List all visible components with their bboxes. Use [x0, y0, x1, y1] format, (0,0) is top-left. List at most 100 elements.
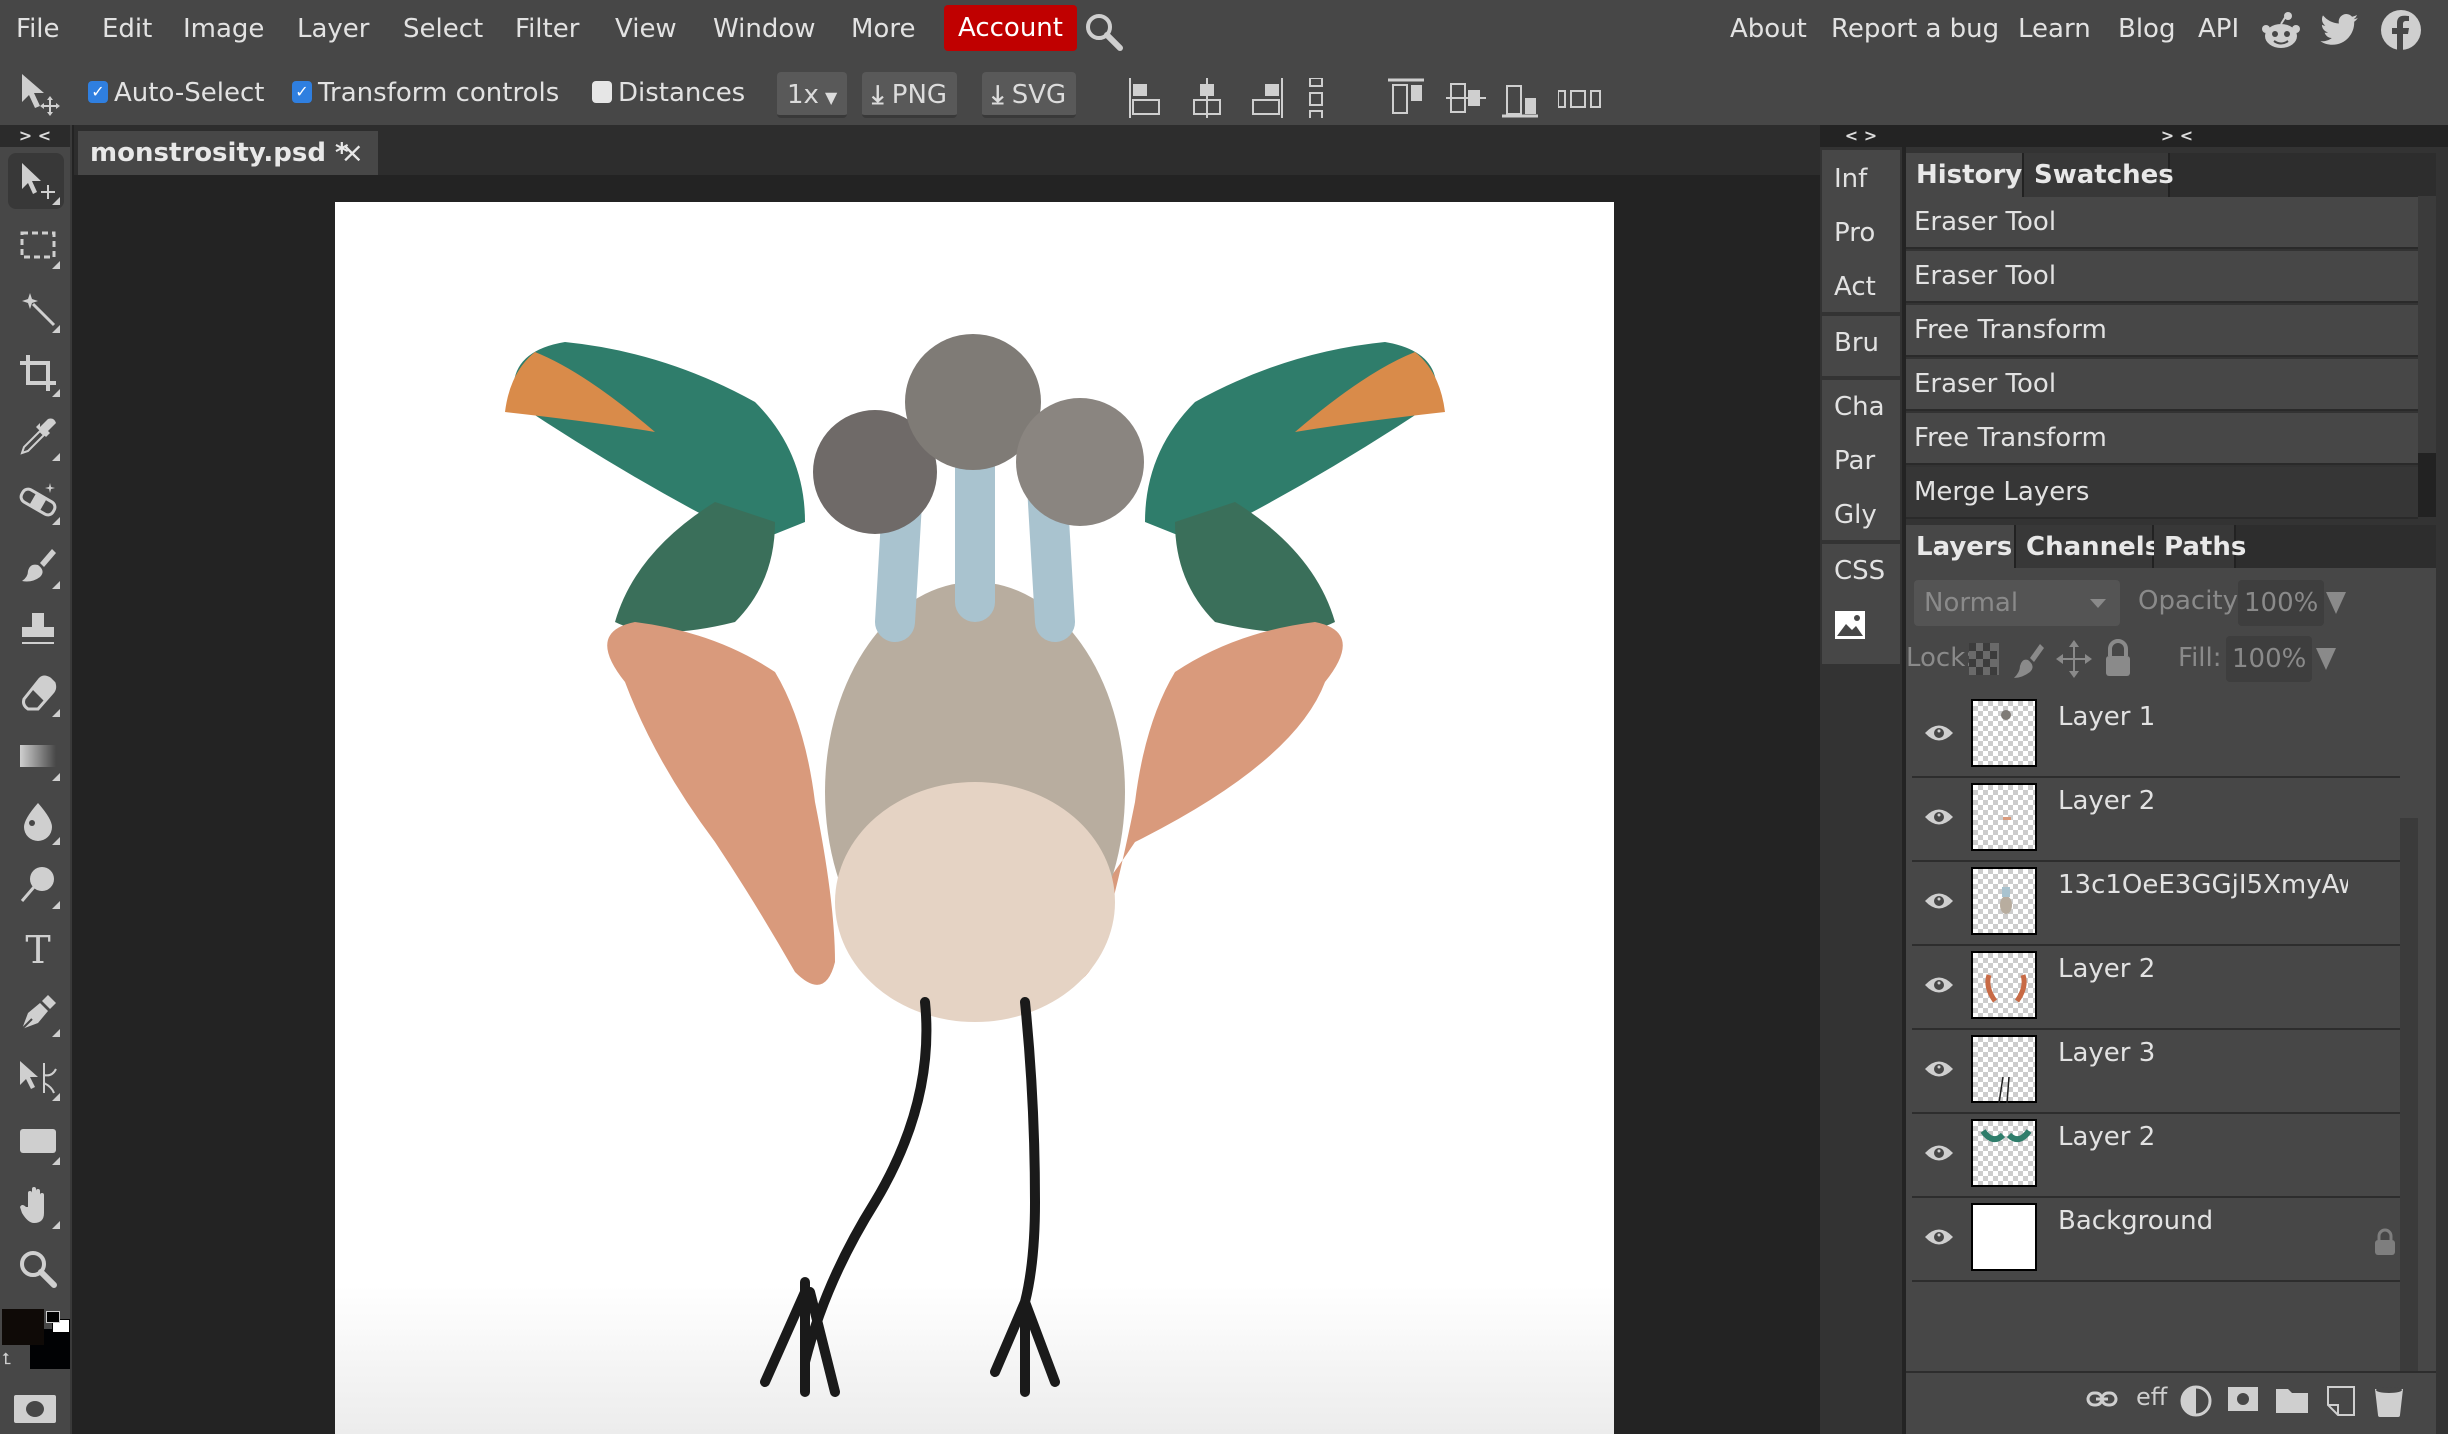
- menu-view[interactable]: View: [607, 0, 685, 58]
- strip-brushes[interactable]: Bru: [1834, 328, 1879, 358]
- link-about[interactable]: About: [1722, 0, 1815, 58]
- foreground-color-swatch[interactable]: [2, 1309, 44, 1345]
- export-png-button[interactable]: ⤓ PNG: [862, 72, 958, 118]
- distribute-vertical-icon[interactable]: [1306, 77, 1340, 120]
- layer-row[interactable]: Layer 2: [1912, 946, 2400, 1030]
- visibility-eye-icon[interactable]: [1924, 806, 1954, 828]
- scale-dropdown[interactable]: 1x ▼: [777, 72, 847, 118]
- strip-info[interactable]: Inf: [1834, 164, 1867, 194]
- visibility-eye-icon[interactable]: [1924, 1226, 1954, 1248]
- tool-eraser[interactable]: [8, 665, 64, 721]
- tool-healing-brush[interactable]: [8, 473, 64, 529]
- visibility-eye-icon[interactable]: [1924, 722, 1954, 744]
- strip-actions[interactable]: Act: [1834, 272, 1876, 302]
- lock-transparency-icon[interactable]: [1968, 642, 2000, 680]
- align-left-icon[interactable]: [1128, 78, 1162, 118]
- align-center-horizontal-icon[interactable]: [1190, 78, 1224, 118]
- quick-mask-icon[interactable]: [14, 1395, 56, 1423]
- strip-properties[interactable]: Pro: [1834, 218, 1875, 248]
- color-swatches[interactable]: ⮤: [2, 1309, 72, 1371]
- tab-layers[interactable]: Layers: [1906, 525, 2016, 569]
- tool-crop[interactable]: [8, 345, 64, 401]
- layer-row[interactable]: 13c1OeE3GGjI5XmyAwn: [1912, 862, 2400, 946]
- layer-row[interactable]: Layer 2: [1912, 778, 2400, 862]
- tool-type[interactable]: T: [8, 921, 64, 977]
- visibility-eye-icon[interactable]: [1924, 1142, 1954, 1164]
- layers-scrollbar[interactable]: [2400, 818, 2418, 1418]
- history-item[interactable]: Free Transform: [1906, 413, 2418, 465]
- layer-row[interactable]: Layer 2: [1912, 1114, 2400, 1198]
- swap-colors-icon[interactable]: ⮤: [2, 1349, 11, 1369]
- menu-select[interactable]: Select: [395, 0, 491, 58]
- layer-mask-icon[interactable]: [2228, 1387, 2258, 1415]
- strip-glyphs[interactable]: Gly: [1834, 500, 1877, 530]
- menu-filter[interactable]: Filter: [507, 0, 587, 58]
- opacity-input[interactable]: 100%: [2238, 580, 2325, 626]
- search-icon[interactable]: [1084, 12, 1124, 56]
- menu-image[interactable]: Image: [175, 0, 272, 58]
- transform-controls-checkbox[interactable]: ✓ Transform controls: [292, 76, 559, 110]
- tab-history[interactable]: History: [1906, 153, 2024, 197]
- tool-rectangle-select[interactable]: [8, 217, 64, 273]
- history-item[interactable]: Eraser Tool: [1906, 251, 2418, 303]
- menu-window[interactable]: Window: [705, 0, 824, 58]
- close-tab-icon[interactable]: ×: [341, 131, 364, 175]
- tab-channels[interactable]: Channels: [2016, 525, 2160, 569]
- tool-clone-stamp[interactable]: [8, 601, 64, 657]
- layer-row[interactable]: Layer 1: [1912, 694, 2400, 778]
- visibility-eye-icon[interactable]: [1924, 974, 1954, 996]
- fill-input[interactable]: 100%: [2226, 636, 2313, 682]
- tool-shape[interactable]: [8, 1113, 64, 1169]
- image-icon[interactable]: [1834, 610, 1866, 644]
- tab-paths[interactable]: Paths: [2154, 525, 2246, 569]
- menu-layer[interactable]: Layer: [289, 0, 378, 58]
- lock-pixels-brush-icon[interactable]: [2012, 640, 2044, 682]
- strip-character[interactable]: Cha: [1834, 392, 1885, 422]
- link-blog[interactable]: Blog: [2110, 0, 2183, 58]
- history-scroll-thumb[interactable]: [2418, 453, 2436, 517]
- toolbar-collapse-toggle[interactable]: > <: [0, 125, 70, 147]
- new-layer-icon[interactable]: [2326, 1385, 2356, 1421]
- tool-move[interactable]: [8, 153, 64, 209]
- tool-dodge[interactable]: [8, 857, 64, 913]
- link-report-bug[interactable]: Report a bug: [1823, 0, 2007, 58]
- link-api[interactable]: API: [2190, 0, 2247, 58]
- history-item[interactable]: Eraser Tool: [1906, 197, 2418, 249]
- link-layers-icon[interactable]: [2086, 1389, 2118, 1413]
- link-learn[interactable]: Learn: [2010, 0, 2099, 58]
- panels-collapse-toggle[interactable]: > <: [1906, 125, 2448, 147]
- lock-all-icon[interactable]: [2104, 638, 2132, 682]
- layer-row[interactable]: Layer 3: [1912, 1030, 2400, 1114]
- tool-gradient[interactable]: [8, 729, 64, 785]
- export-svg-button[interactable]: ⤓ SVG: [982, 72, 1077, 118]
- blend-mode-select[interactable]: Normal: [1914, 580, 2120, 626]
- adjustment-layer-icon[interactable]: [2180, 1385, 2212, 1421]
- distances-checkbox[interactable]: Distances: [592, 76, 745, 110]
- menu-more[interactable]: More: [843, 0, 923, 58]
- twitter-icon[interactable]: [2320, 12, 2360, 54]
- align-bottom-icon[interactable]: [1502, 78, 1538, 118]
- menu-account[interactable]: Account: [944, 5, 1077, 51]
- canvas[interactable]: [335, 202, 1614, 1434]
- tool-zoom[interactable]: [8, 1241, 64, 1297]
- history-item[interactable]: Eraser Tool: [1906, 359, 2418, 411]
- history-scrollbar[interactable]: [2418, 196, 2436, 517]
- distribute-horizontal-icon[interactable]: [1557, 78, 1602, 118]
- strip-paragraph[interactable]: Par: [1834, 446, 1875, 476]
- new-group-folder-icon[interactable]: [2276, 1387, 2308, 1417]
- strip-expand-toggle[interactable]: < >: [1820, 125, 1902, 147]
- fill-dropdown-icon[interactable]: [2316, 648, 2336, 670]
- reddit-icon[interactable]: [2260, 10, 2302, 56]
- align-center-vertical-icon[interactable]: [1446, 78, 1486, 118]
- auto-select-checkbox[interactable]: ✓ Auto-Select: [88, 76, 264, 110]
- tool-hand[interactable]: [8, 1177, 64, 1233]
- tool-eyedropper[interactable]: [8, 409, 64, 465]
- tab-swatches[interactable]: Swatches: [2024, 153, 2174, 197]
- menu-edit[interactable]: Edit: [94, 0, 160, 58]
- lock-position-icon[interactable]: [2056, 640, 2092, 682]
- tool-magic-wand[interactable]: [8, 281, 64, 337]
- tool-brush[interactable]: [8, 537, 64, 593]
- facebook-icon[interactable]: [2380, 9, 2422, 55]
- visibility-eye-icon[interactable]: [1924, 890, 1954, 912]
- tool-path-select[interactable]: [8, 1049, 64, 1105]
